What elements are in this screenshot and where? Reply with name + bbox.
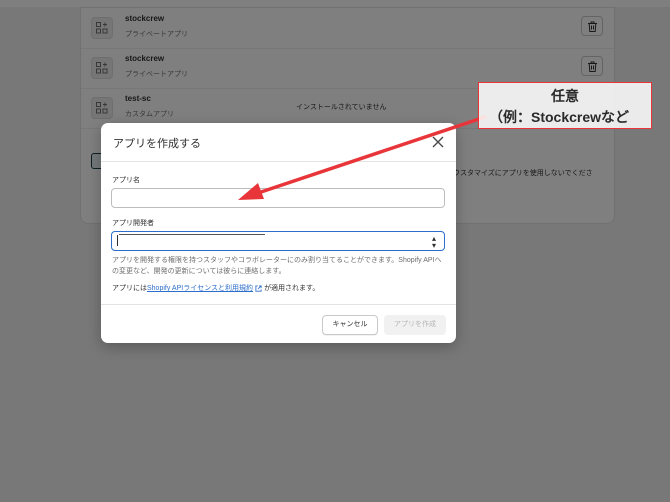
annotation-line2: （例：Stockcrewなど: [489, 109, 630, 125]
arrow-icon: [238, 115, 487, 200]
screenshot: stockcrew プライベートアプリ stockcrew プライベートアプリ: [0, 0, 670, 502]
annotation-callout: 任意 （例：Stockcrewなど: [478, 82, 652, 129]
annotation-line1: 任意: [551, 88, 579, 104]
